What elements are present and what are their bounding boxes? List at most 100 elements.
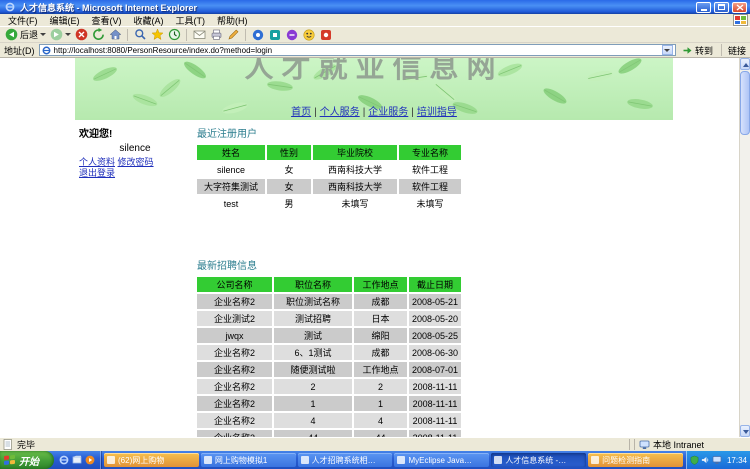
quicklaunch-media-player-icon[interactable] <box>85 455 95 465</box>
nav-training-guide[interactable]: 培训指导 <box>417 107 457 118</box>
table-row: 企业名称2 4 4 2008-11-11 <box>197 413 461 428</box>
go-button[interactable]: 转到 <box>680 44 715 57</box>
plugin-button-1[interactable] <box>251 28 265 42</box>
main-column: 最近注册用户 姓名 性别 毕业院校 专业名称 silence 女 西南科技大学 <box>195 125 463 437</box>
table-cell: 2 <box>310 381 316 392</box>
favorites-button[interactable] <box>150 28 164 42</box>
table-cell: 大字符集测试 <box>203 182 258 192</box>
address-url: http://localhost:8080/PersonResource/ind… <box>53 45 273 55</box>
window-icon <box>494 456 503 464</box>
title-bar: 人才信息系统 - Microsoft Internet Explorer <box>0 0 750 14</box>
volume-icon[interactable] <box>701 455 710 465</box>
vertical-scrollbar[interactable] <box>739 58 750 437</box>
table-cell: 随便测试啦 <box>290 365 336 375</box>
go-label: 转到 <box>694 45 713 56</box>
plugin-icon-3 <box>286 29 298 40</box>
smiley-icon <box>303 29 315 40</box>
scroll-up-arrow[interactable] <box>740 58 750 70</box>
links-label[interactable]: 链接 <box>728 44 746 57</box>
table-cell: 4 <box>310 415 316 426</box>
table-cell: silence <box>216 164 245 175</box>
table-row: test 男 未填写 未填写 <box>197 196 461 211</box>
table-row: 企业名称2 职位测试名称 成都 2008-05-21 <box>197 294 461 309</box>
table-cell: test <box>223 198 239 209</box>
back-label: 后退 <box>20 30 39 40</box>
table-cell: 成都 <box>371 348 390 358</box>
mail-button[interactable] <box>192 28 206 42</box>
table-cell: 2008-06-30 <box>411 347 459 358</box>
plugin-button-3[interactable] <box>285 28 299 42</box>
refresh-button[interactable] <box>91 28 105 42</box>
column-header: 专业名称 <box>399 145 461 160</box>
taskbar-button-3[interactable]: 人才招聘系统相… <box>297 453 393 467</box>
nav-personal-services[interactable]: 个人服务 <box>320 107 360 118</box>
back-icon <box>4 28 18 42</box>
table-cell: 企业名称2 <box>213 399 255 409</box>
close-button[interactable] <box>732 1 747 13</box>
table-cell: 2008-05-21 <box>411 296 459 307</box>
print-button[interactable] <box>209 28 223 42</box>
menu-view[interactable]: 查看(V) <box>86 14 128 27</box>
taskbar-button-4[interactable]: MyEclipse Java… <box>394 453 490 467</box>
quicklaunch-ie-icon[interactable] <box>59 455 69 465</box>
menu-edit[interactable]: 编辑(E) <box>44 14 86 27</box>
table-row: 大字符集测试 女 西南科技大学 软件工程 <box>197 179 461 194</box>
scroll-down-arrow[interactable] <box>740 425 750 437</box>
start-button[interactable]: 开始 <box>0 451 54 469</box>
back-dropdown-icon[interactable] <box>40 33 47 36</box>
nav-home[interactable]: 首页 <box>291 107 311 118</box>
search-button[interactable] <box>133 28 147 42</box>
table-row: 企业测试2 测试招聘 日本 2008-05-20 <box>197 311 461 326</box>
maximize-button[interactable] <box>714 1 729 13</box>
taskbar-button-5[interactable]: 人才信息系统 -… <box>491 453 587 467</box>
menu-file[interactable]: 文件(F) <box>2 14 44 27</box>
logout-link[interactable]: 退出登录 <box>79 168 115 178</box>
stop-button[interactable] <box>74 28 88 42</box>
go-arrow-icon <box>683 46 692 54</box>
smiley-button[interactable] <box>302 28 316 42</box>
column-header: 毕业院校 <box>313 145 397 160</box>
table-cell: 企业名称2 <box>197 430 272 437</box>
menu-favorites[interactable]: 收藏(A) <box>128 14 170 27</box>
forward-dropdown-icon[interactable] <box>65 33 72 36</box>
network-icon[interactable] <box>712 455 722 465</box>
menu-help[interactable]: 帮助(H) <box>211 14 254 27</box>
address-dropdown-button[interactable] <box>661 45 673 55</box>
plugin-button-2[interactable] <box>268 28 282 42</box>
table-row: 企业名称2 随便测试啦 工作地点 2008-07-01 <box>197 362 461 377</box>
quicklaunch-show-desktop-icon[interactable] <box>72 455 82 465</box>
table-cell: 企业名称2 <box>213 416 255 426</box>
security-shield-icon[interactable] <box>690 455 699 465</box>
address-input[interactable]: http://localhost:8080/PersonResource/ind… <box>38 44 676 56</box>
profile-link[interactable]: 个人资料 <box>79 157 115 167</box>
home-button[interactable] <box>108 28 122 42</box>
window-icon <box>3 0 17 14</box>
menu-tools[interactable]: 工具(T) <box>170 14 212 27</box>
table-cell: 2008-11-11 <box>412 398 458 409</box>
desktop-screen: 人才信息系统 - Microsoft Internet Explorer 文件(… <box>0 0 750 469</box>
menu-bar: 文件(F) 编辑(E) 查看(V) 收藏(A) 工具(T) 帮助(H) <box>0 14 750 27</box>
edit-pencil-icon <box>228 29 238 40</box>
taskbar-clock[interactable]: 17:34 <box>727 456 747 465</box>
taskbar-button-1[interactable]: (62)网上购物 <box>104 453 199 467</box>
scrollbar-thumb[interactable] <box>740 71 750 135</box>
minimize-button[interactable] <box>696 1 711 13</box>
nav-enterprise-services[interactable]: 企业服务 <box>368 107 408 118</box>
back-button[interactable]: 后退 <box>4 28 47 42</box>
table-cell: 企业测试2 <box>213 314 255 324</box>
site-banner: 人才就业信息网 首页 | 个人服务 | 企业服务 | 培训指导 <box>75 58 673 120</box>
forward-button[interactable] <box>49 28 72 42</box>
windows-taskbar: 开始 (62)网上购物 网上购物模拟1 人才招聘系统相… MyEclipse J… <box>0 451 750 469</box>
print-icon <box>211 29 221 40</box>
address-bar: 地址(D) http://localhost:8080/PersonResour… <box>0 43 750 58</box>
change-password-link[interactable]: 修改密码 <box>118 157 154 167</box>
taskbar-button-6[interactable]: 问题检测指南 <box>588 453 683 467</box>
table-cell: 2008-05-25 <box>411 330 459 341</box>
main-nav: 首页 | 个人服务 | 企业服务 | 培训指导 <box>75 103 673 118</box>
column-header: 工作地点 <box>354 277 407 292</box>
history-button[interactable] <box>167 28 181 42</box>
edit-button[interactable] <box>226 28 240 42</box>
plugin-button-4[interactable] <box>319 28 333 42</box>
taskbar-button-2[interactable]: 网上购物模拟1 <box>200 453 296 467</box>
status-text: 完毕 <box>17 440 36 450</box>
